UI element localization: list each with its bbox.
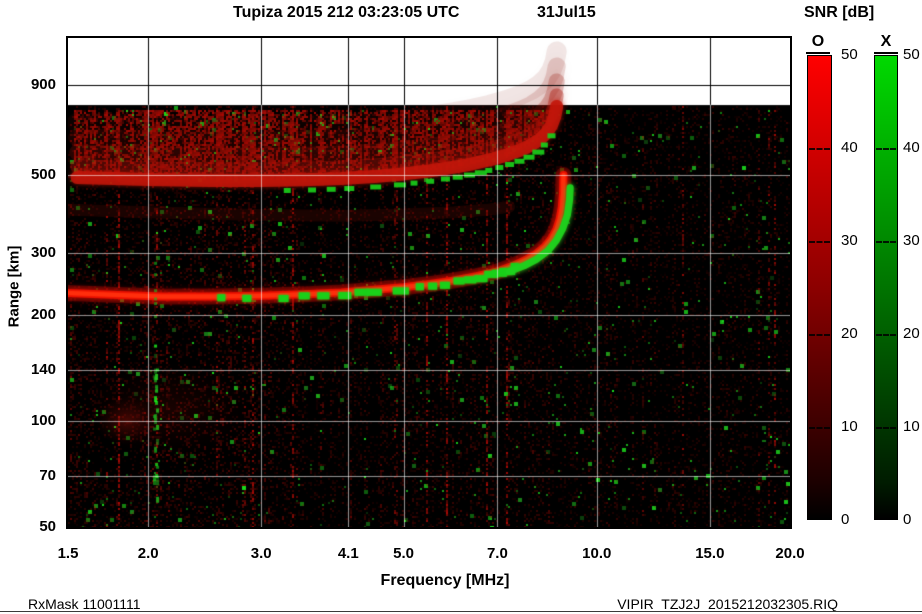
y-tick-label: 140 xyxy=(30,360,56,378)
y-tick-label: 500 xyxy=(30,165,56,183)
colorbar-o-gradient xyxy=(807,55,832,520)
page-title: Tupiza 2015 212 03:23:05 UTC xyxy=(233,4,460,21)
colorbar-tick-label: 10 xyxy=(903,418,920,435)
y-tick-label: 200 xyxy=(30,306,56,324)
colorbar-tick-label: 30 xyxy=(841,232,858,249)
y-tick-label: 70 xyxy=(39,466,56,484)
x-axis-label: Frequency [MHz] xyxy=(380,572,510,589)
x-tick-label: 7.0 xyxy=(486,545,508,562)
colorbar-tick-label: 10 xyxy=(841,418,858,435)
plot-frame xyxy=(66,36,792,529)
colorbar-tick-dash xyxy=(876,427,896,429)
rxmask-label: RxMask 11001111 xyxy=(28,596,141,612)
x-tick-label: 1.5 xyxy=(57,545,79,562)
date-label: 31Jul15 xyxy=(537,4,596,21)
x-tick-label: 5.0 xyxy=(393,545,415,562)
colorbar-tick-label: 50 xyxy=(841,46,858,63)
colorbar-o-letter: O xyxy=(806,33,830,54)
colorbar-tick-dash xyxy=(809,334,830,336)
x-tick-label: 15.0 xyxy=(695,545,725,562)
colorbar-tick-dash xyxy=(809,148,830,150)
colorbar-x-gradient xyxy=(874,55,898,520)
x-tick-label: 10.0 xyxy=(582,545,612,562)
colorbar-tick-label: 0 xyxy=(841,511,850,528)
x-tick-label: 2.0 xyxy=(137,545,159,562)
colorbar-tick-dash xyxy=(809,241,830,243)
colorbar-tick-label: 40 xyxy=(841,139,858,156)
colorbar-tick-dash xyxy=(876,334,896,336)
ionogram-screen: Tupiza 2015 212 03:23:05 UTC 31Jul15 SNR… xyxy=(0,0,922,614)
colorbar-tick-label: 50 xyxy=(903,46,920,63)
colorbar-tick-dash xyxy=(876,148,896,150)
y-tick-label: 50 xyxy=(39,518,56,535)
y-tick-label: 100 xyxy=(30,412,56,430)
colorbar-tick-label: 0 xyxy=(903,511,912,528)
colorbar-x-letter: X xyxy=(874,33,898,54)
y-tick-label: 900 xyxy=(30,76,56,94)
bottom-divider xyxy=(0,611,922,612)
colorbar-tick-label: 20 xyxy=(903,325,920,342)
y-tick-label: 300 xyxy=(30,244,56,262)
colorbar-tick-dash xyxy=(876,241,896,243)
ionogram-canvas xyxy=(68,38,790,527)
colorbar-tick-dash xyxy=(809,427,830,429)
colorbar-tick-label: 40 xyxy=(903,139,920,156)
colorbar-tick-label: 30 xyxy=(903,232,920,249)
x-tick-label: 3.0 xyxy=(250,545,272,562)
colorbar-tick-label: 20 xyxy=(841,325,858,342)
colorbar-title: SNR [dB] xyxy=(804,4,875,21)
x-tick-label: 20.0 xyxy=(775,545,805,562)
x-tick-label: 4.1 xyxy=(337,545,359,562)
filename-label: VIPIR TZJ2J_2015212032305.RIQ xyxy=(617,596,838,612)
